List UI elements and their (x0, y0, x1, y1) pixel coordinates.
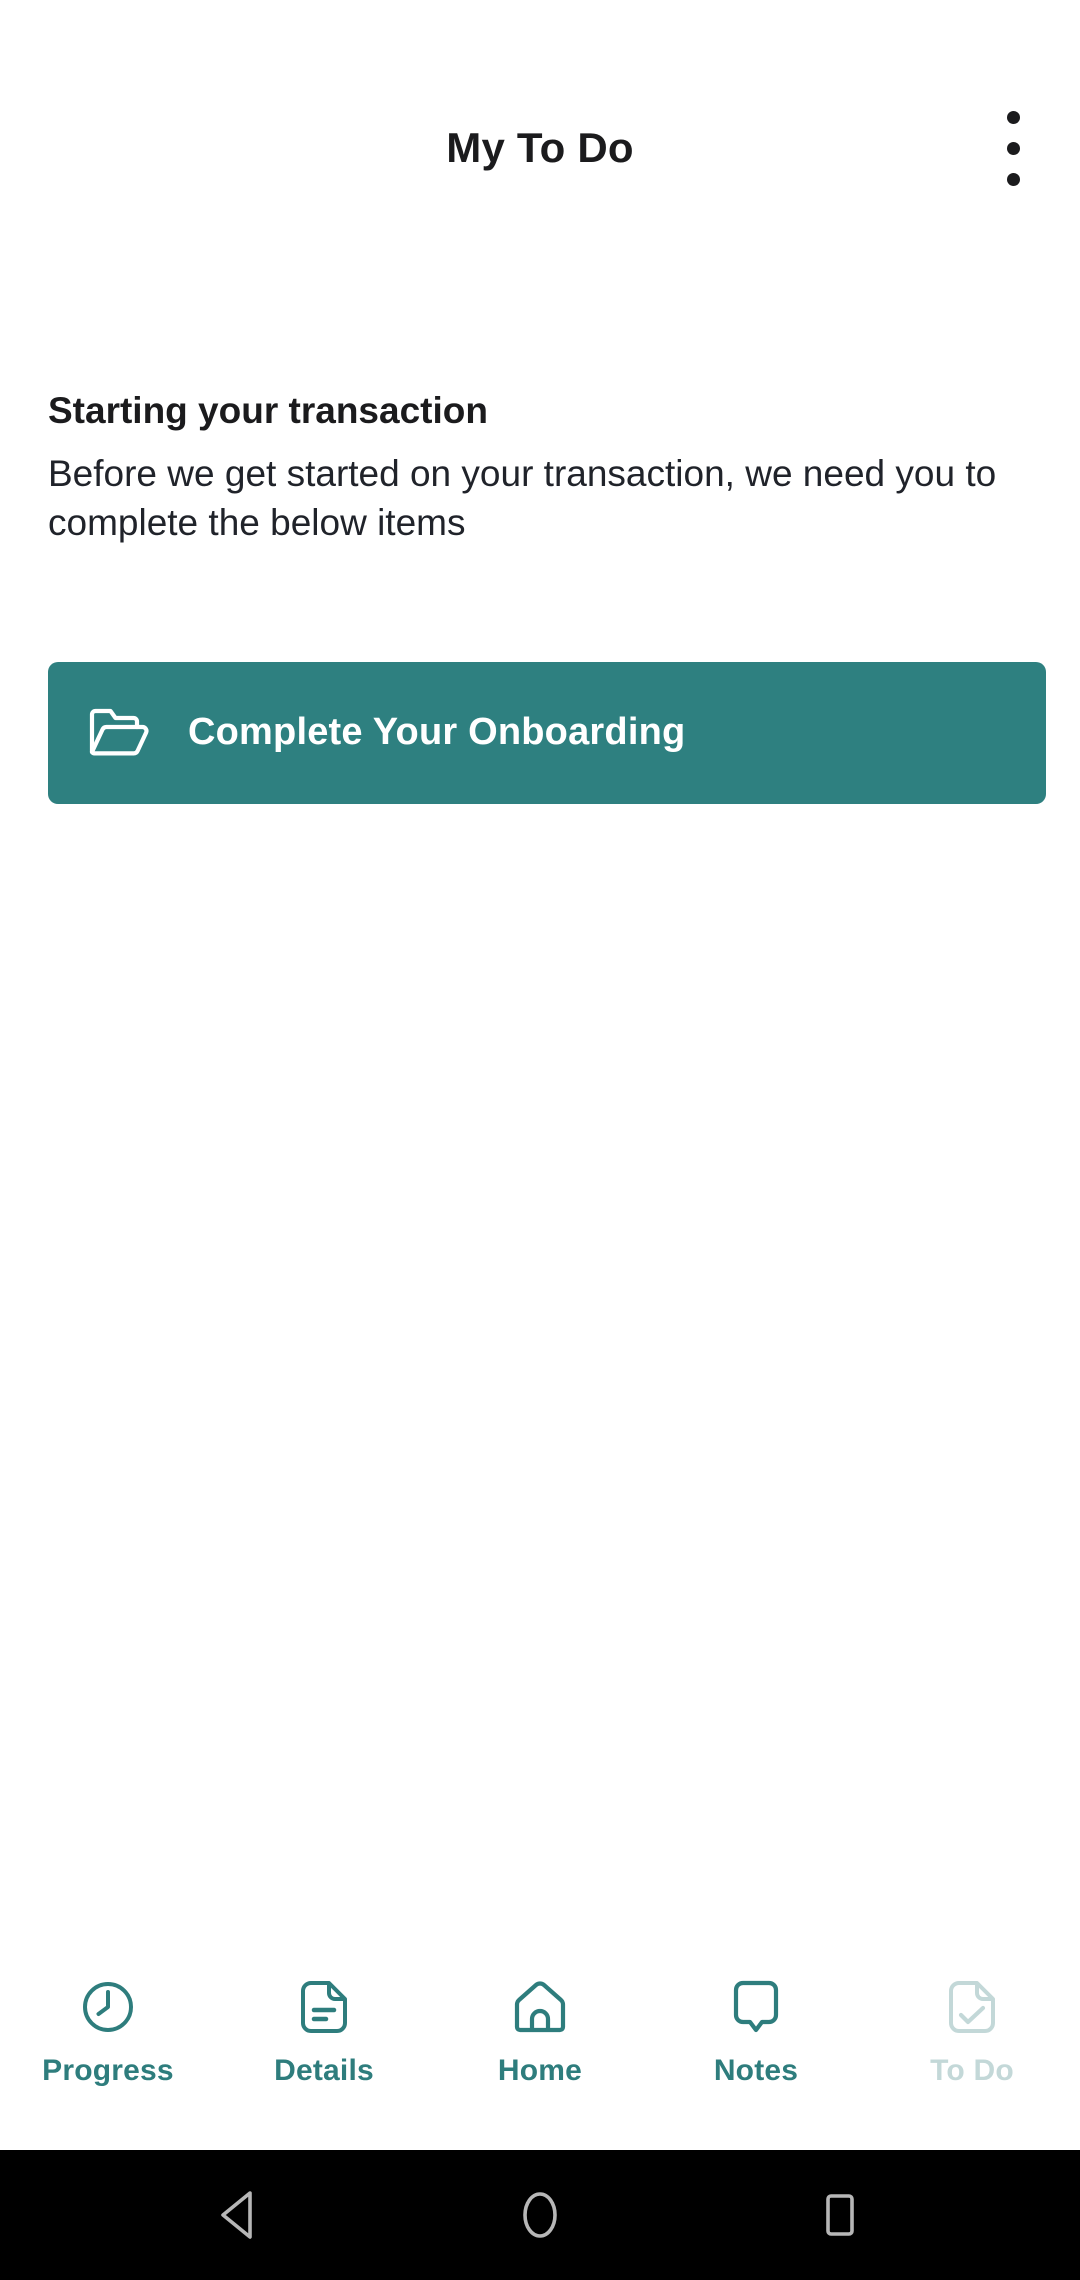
tab-details-label: Details (274, 2054, 374, 2087)
tab-notes[interactable]: Notes (648, 1978, 864, 2088)
house-icon (511, 1978, 569, 2036)
section-body-text: Before we get started on your transactio… (48, 453, 997, 544)
tab-progress[interactable]: Progress (0, 1978, 216, 2088)
speech-bubble-icon (727, 1978, 785, 2036)
section-heading: Starting your transaction (48, 390, 488, 431)
app-bar: My To Do (0, 0, 1080, 250)
recents-square-icon[interactable] (805, 2180, 875, 2250)
tab-progress-label: Progress (42, 2054, 174, 2087)
tab-details[interactable]: Details (216, 1978, 432, 2088)
complete-onboarding-label: Complete Your Onboarding (188, 711, 686, 754)
overflow-dot (1006, 110, 1020, 124)
document-check-icon (943, 1978, 1001, 2036)
tab-to-do-label: To Do (930, 2054, 1014, 2087)
complete-onboarding-button[interactable]: Complete Your Onboarding (48, 661, 1046, 804)
tab-home[interactable]: Home (432, 1978, 648, 2088)
home-circle-icon[interactable] (505, 2180, 575, 2250)
clock-icon (79, 1978, 137, 2036)
tab-home-label: Home (497, 2054, 583, 2087)
app-screen: My To Do Starting your transaction Befor… (0, 0, 1080, 2280)
tab-notes-label: Notes (713, 2054, 799, 2087)
system-navigation-bar (0, 2150, 1080, 2280)
more-vertical-icon[interactable] (978, 93, 1048, 203)
back-triangle-icon[interactable] (205, 2180, 275, 2250)
main-content: Starting your transaction Before we get … (0, 250, 1080, 1950)
overflow-dot (1006, 172, 1020, 186)
bottom-tab-bar: Progress Details Home Notes To Do (0, 1950, 1080, 2150)
page-title: My To Do (446, 124, 634, 171)
open-folder-icon (88, 705, 150, 761)
document-lines-icon (295, 1978, 353, 2036)
tab-to-do[interactable]: To Do (864, 1978, 1080, 2088)
overflow-dot (1006, 141, 1020, 155)
